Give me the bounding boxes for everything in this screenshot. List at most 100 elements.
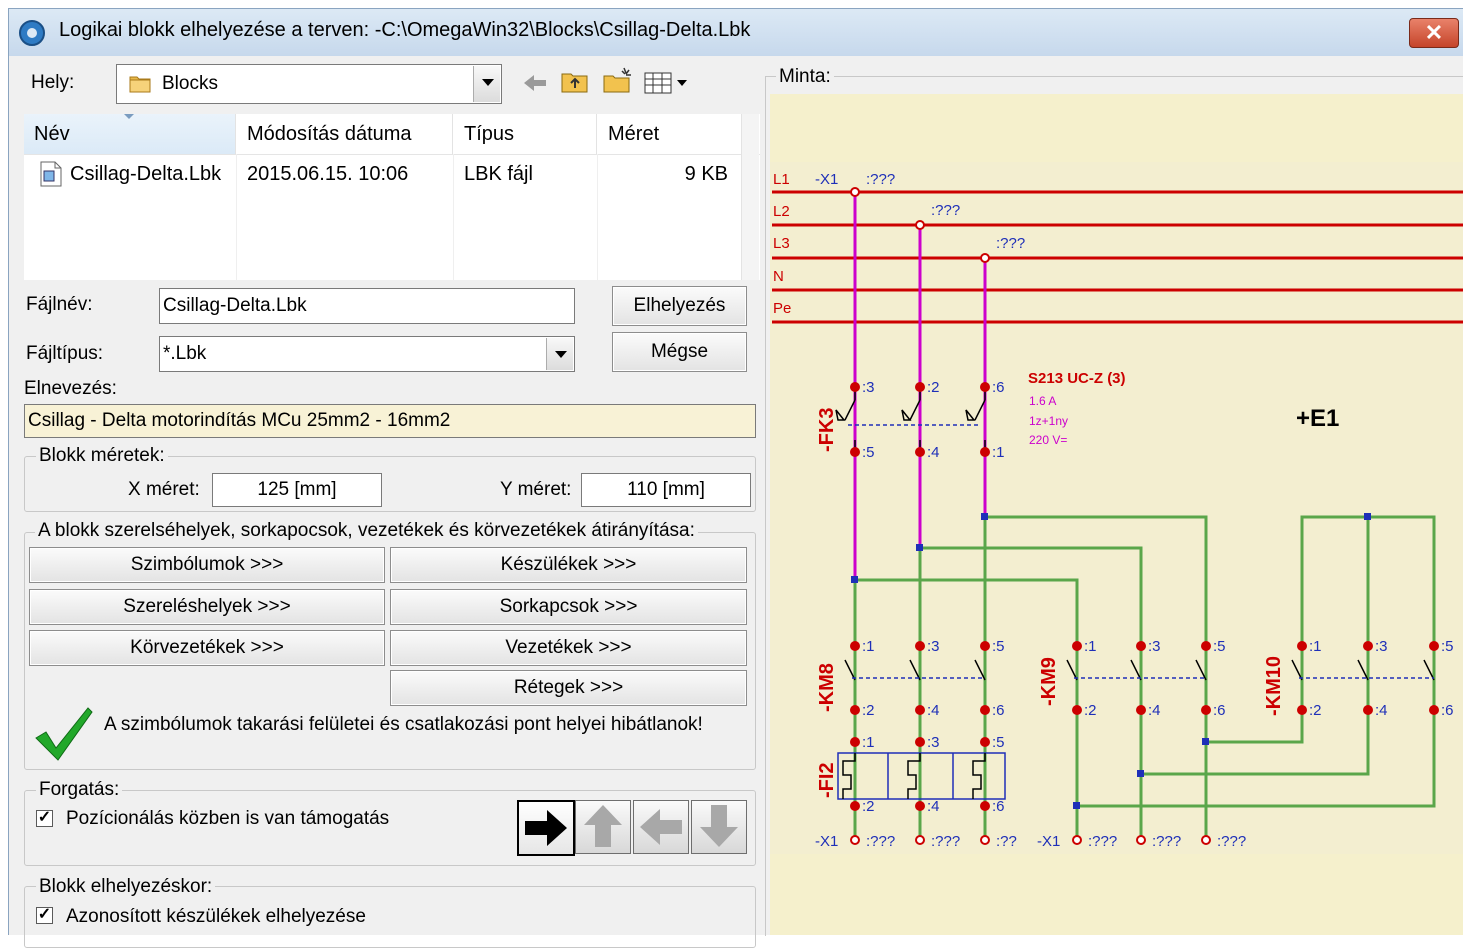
- list-header: Név Módosítás dátuma Típus Méret: [24, 114, 760, 155]
- top-ref-3: :???: [996, 235, 1025, 252]
- list-scrollbar[interactable]: [741, 114, 759, 280]
- place-button[interactable]: Elhelyezés: [612, 286, 747, 326]
- window-title: Logikai blokk elhelyezése a terven: -C:\…: [59, 19, 751, 41]
- rotate-left-button[interactable]: [633, 800, 689, 854]
- chevron-down-icon[interactable]: [546, 338, 573, 370]
- svg-text::6: :6: [992, 798, 1005, 815]
- location-mark: +E1: [1296, 405, 1339, 432]
- file-list[interactable]: Név Módosítás dátuma Típus Méret Csillag…: [24, 114, 760, 280]
- place-identified-devices-checkbox[interactable]: ✓: [36, 907, 53, 924]
- x-size-label: X méret:: [128, 479, 200, 500]
- svg-text:-X1: -X1: [815, 833, 838, 850]
- top-ref-2: :???: [931, 202, 960, 219]
- block-sizes-legend: Blokk méretek:: [36, 445, 168, 467]
- view-menu-icon[interactable]: [644, 70, 692, 102]
- svg-text::1: :1: [862, 734, 875, 751]
- svg-text:-X1: -X1: [1037, 833, 1060, 850]
- bus-label-n: N: [773, 268, 784, 285]
- svg-text::4: :4: [927, 798, 940, 815]
- km10-label: -KM10: [1263, 656, 1285, 716]
- loop-wires-button[interactable]: Körvezetékek >>>: [29, 630, 385, 666]
- devices-button[interactable]: Készülékek >>>: [390, 547, 747, 583]
- preview-canvas: L1 L2 L3 N Pe -X1 :??? :??? :???:3:2:…: [770, 94, 1463, 935]
- bus-label-l3: L3: [773, 235, 790, 252]
- x-size-field: 125 [mm]: [212, 473, 382, 507]
- filename-value: Csillag-Delta.Lbk: [163, 295, 307, 316]
- svg-text::3: :3: [1375, 638, 1388, 655]
- rotate-up-button[interactable]: [575, 800, 631, 854]
- terminals-button[interactable]: Sorkapcsok >>>: [390, 589, 747, 625]
- filetype-value: *.Lbk: [163, 343, 207, 364]
- svg-text::2: :2: [1309, 702, 1322, 719]
- fk3-label: -FK3: [816, 408, 838, 452]
- folder-icon: [129, 73, 151, 93]
- svg-text::4: :4: [1148, 702, 1161, 719]
- location-label: Hely:: [31, 72, 75, 93]
- folder-up-icon[interactable]: [560, 68, 590, 100]
- back-arrow-icon[interactable]: [522, 72, 548, 100]
- rotate-right-button[interactable]: [517, 800, 575, 856]
- svg-text::3: :3: [927, 734, 940, 751]
- column-header-type[interactable]: Típus: [454, 114, 597, 154]
- svg-text::2: :2: [862, 702, 875, 719]
- svg-text::3: :3: [927, 638, 940, 655]
- mounting-places-button[interactable]: Szereléshelyek >>>: [29, 589, 385, 625]
- column-header-date[interactable]: Módosítás dátuma: [237, 114, 453, 154]
- top-ref-x1: -X1: [815, 171, 838, 188]
- svg-text::5: :5: [1441, 638, 1454, 655]
- svg-text::5: :5: [992, 638, 1005, 655]
- svg-text::6: :6: [1213, 702, 1226, 719]
- symbols-button[interactable]: Szimbólumok >>>: [29, 547, 385, 583]
- file-type-cell: LBK fájl: [464, 163, 533, 185]
- bus-label-l1: L1: [773, 171, 790, 188]
- wires-button[interactable]: Vezetékek >>>: [390, 630, 747, 666]
- fk3-spec-4: 220 V=: [1029, 433, 1067, 447]
- svg-text::???: :???: [1217, 833, 1246, 850]
- km8-contactor: :1:3:5 :2:4:6 -KM8: [816, 638, 1005, 719]
- svg-text::4: :4: [927, 444, 940, 461]
- file-date-cell: 2015.06.15. 10:06: [247, 163, 409, 185]
- placement-legend: Blokk elhelyezéskor:: [36, 876, 216, 898]
- chevron-down-icon[interactable]: [473, 66, 500, 102]
- cancel-button[interactable]: Mégse: [612, 332, 747, 372]
- location-combo[interactable]: Blocks: [116, 64, 502, 104]
- svg-text::4: :4: [927, 702, 940, 719]
- close-button[interactable]: ✕: [1409, 18, 1459, 48]
- svg-text::1: :1: [1084, 638, 1097, 655]
- preview-legend: Minta:: [776, 66, 834, 88]
- svg-text::1: :1: [992, 444, 1005, 461]
- layers-button[interactable]: Rétegek >>>: [390, 670, 747, 706]
- location-value: Blocks: [162, 73, 218, 94]
- svg-text::6: :6: [1441, 702, 1454, 719]
- svg-text::5: :5: [1213, 638, 1226, 655]
- svg-text::2: :2: [927, 379, 940, 396]
- title-bar: Logikai blokk elhelyezése a terven: -C:\…: [8, 8, 1463, 57]
- top-ref-1: :???: [866, 171, 895, 188]
- arrow-down-icon: [700, 805, 738, 847]
- sort-arrow-icon: [124, 114, 134, 119]
- fk3-spec-3: 1z+1ny: [1029, 414, 1068, 428]
- naming-label: Elnevezés:: [24, 378, 117, 399]
- schematic-preview: L1 L2 L3 N Pe -X1 :??? :??? :???:3:2:…: [772, 171, 1463, 850]
- naming-field: Csillag - Delta motorindítás MCu 25mm2 -…: [24, 404, 756, 438]
- table-row[interactable]: Csillag-Delta.Lbk 2015.06.15. 10:06 LBK …: [24, 154, 744, 192]
- filetype-label: Fájltípus:: [26, 343, 104, 364]
- column-header-size[interactable]: Méret: [598, 114, 742, 154]
- svg-text::2: :2: [862, 798, 875, 815]
- positioning-support-checkbox[interactable]: ✓: [36, 810, 53, 827]
- new-folder-icon[interactable]: [602, 66, 634, 100]
- svg-text::5: :5: [992, 734, 1005, 751]
- filename-input[interactable]: Csillag-Delta.Lbk: [159, 288, 575, 324]
- filename-label: Fájlnév:: [26, 294, 93, 315]
- column-header-name[interactable]: Név: [24, 114, 236, 154]
- file-size-cell: 9 KB: [684, 163, 728, 185]
- svg-text::???: :???: [1152, 833, 1181, 850]
- filetype-combo[interactable]: *.Lbk: [159, 336, 575, 372]
- arrow-up-icon: [584, 805, 622, 847]
- arrow-left-icon: [640, 809, 682, 845]
- rotate-down-button[interactable]: [691, 800, 747, 854]
- bus-label-pe: Pe: [773, 300, 791, 317]
- file-icon: [40, 161, 62, 193]
- arrow-right-icon: [525, 810, 567, 846]
- svg-text::6: :6: [992, 379, 1005, 396]
